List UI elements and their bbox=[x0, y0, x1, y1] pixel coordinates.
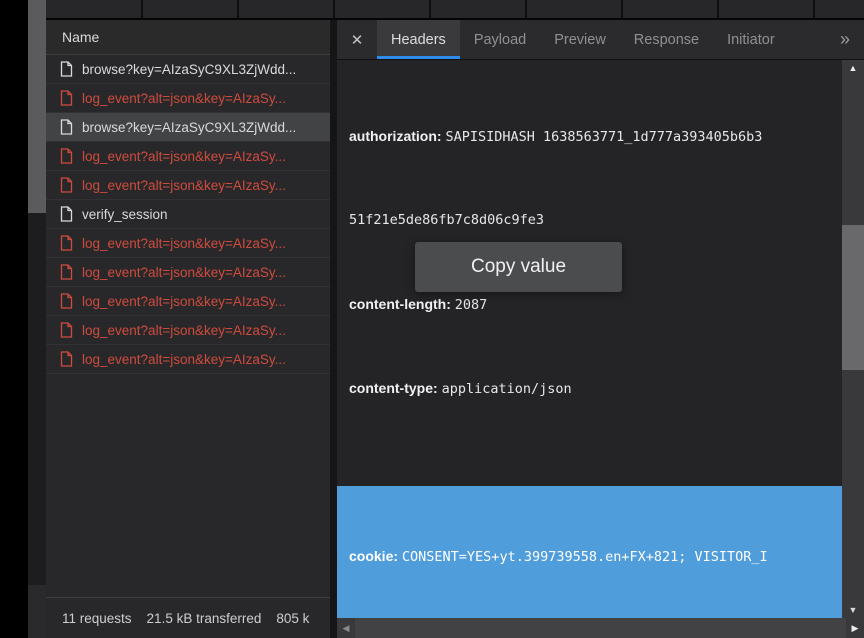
scroll-down-icon[interactable]: ▼ bbox=[842, 605, 864, 615]
request-row[interactable]: log_event?alt=json&key=AIzaSy... bbox=[46, 142, 330, 171]
copy-value-menu-item[interactable]: Copy value bbox=[415, 242, 622, 292]
horizontal-scrollbar-thumb[interactable] bbox=[355, 618, 846, 638]
file-icon bbox=[60, 206, 73, 222]
request-details-panel: ✕ HeadersPayloadPreviewResponseInitiator… bbox=[337, 20, 864, 638]
request-row[interactable]: log_event?alt=json&key=AIzaSy... bbox=[46, 84, 330, 113]
request-name-label: log_event?alt=json&key=AIzaSy... bbox=[82, 294, 286, 309]
request-row[interactable]: log_event?alt=json&key=AIzaSy... bbox=[46, 287, 330, 316]
page-scrollbar-thumb[interactable] bbox=[28, 0, 46, 213]
request-row[interactable]: log_event?alt=json&key=AIzaSy... bbox=[46, 258, 330, 287]
details-tabs: HeadersPayloadPreviewResponseInitiator bbox=[377, 20, 789, 59]
details-tab[interactable]: Payload bbox=[460, 20, 540, 59]
request-row[interactable]: log_event?alt=json&key=AIzaSy... bbox=[46, 316, 330, 345]
header-name: content-type: bbox=[349, 380, 442, 396]
details-tab[interactable]: Initiator bbox=[713, 20, 789, 59]
request-name-label: log_event?alt=json&key=AIzaSy... bbox=[82, 149, 286, 164]
file-icon bbox=[60, 235, 73, 251]
request-list: browse?key=AIzaSyC9XL3ZjWdd... log_event… bbox=[46, 55, 330, 597]
request-row[interactable]: browse?key=AIzaSyC9XL3ZjWdd... bbox=[46, 55, 330, 84]
request-list-panel: Name browse?key=AIzaSyC9XL3ZjWdd... bbox=[46, 20, 330, 638]
header-name: content-length: bbox=[349, 296, 455, 312]
request-name-label: verify_session bbox=[82, 207, 168, 222]
file-icon bbox=[60, 264, 73, 280]
request-name-label: log_event?alt=json&key=AIzaSy... bbox=[82, 236, 286, 251]
request-name-label: browse?key=AIzaSyC9XL3ZjWdd... bbox=[82, 120, 296, 135]
scroll-up-icon[interactable]: ▲ bbox=[842, 63, 864, 73]
file-icon bbox=[60, 119, 73, 135]
request-name-label: log_event?alt=json&key=AIzaSy... bbox=[82, 91, 286, 106]
vertical-scrollbar-thumb[interactable] bbox=[842, 225, 864, 370]
request-name-label: log_event?alt=json&key=AIzaSy... bbox=[82, 352, 286, 367]
scroll-right-icon[interactable]: ▶ bbox=[846, 623, 864, 634]
request-row[interactable]: log_event?alt=json&key=AIzaSy... bbox=[46, 171, 330, 200]
request-row[interactable]: browse?key=AIzaSyC9XL3ZjWdd... bbox=[46, 113, 330, 142]
request-row[interactable]: log_event?alt=json&key=AIzaSy... bbox=[46, 345, 330, 374]
more-tabs-icon[interactable]: » bbox=[826, 20, 864, 59]
header-authorization-line1: authorization: SAPISIDHASH 1638563771_1d… bbox=[349, 122, 842, 150]
summary-stat: 11 requests bbox=[62, 611, 132, 626]
file-icon bbox=[60, 90, 73, 106]
file-icon bbox=[60, 293, 73, 309]
request-name-label: log_event?alt=json&key=AIzaSy... bbox=[82, 265, 286, 280]
header-name: cookie: bbox=[349, 548, 402, 564]
file-icon bbox=[60, 148, 73, 164]
headers-content: authorization: SAPISIDHASH 1638563771_1d… bbox=[337, 60, 842, 618]
request-name-label: log_event?alt=json&key=AIzaSy... bbox=[82, 178, 286, 193]
name-column-header[interactable]: Name bbox=[46, 20, 330, 55]
header-name: authorization: bbox=[349, 128, 445, 144]
network-overview-timeline[interactable] bbox=[46, 0, 864, 20]
file-icon bbox=[60, 61, 73, 77]
header-content-length: content-length: 2087 bbox=[349, 290, 842, 318]
details-tab[interactable]: Headers bbox=[377, 20, 460, 59]
summary-stat: 21.5 kB transferred bbox=[147, 611, 262, 626]
request-name-label: log_event?alt=json&key=AIzaSy... bbox=[82, 323, 286, 338]
header-content-type: content-type: application/json bbox=[349, 374, 842, 402]
header-value: SAPISIDHASH 1638563771_1d777a393405b6b3 bbox=[445, 129, 762, 145]
network-main-area: Name browse?key=AIzaSyC9XL3ZjWdd... bbox=[46, 20, 864, 638]
request-row[interactable]: log_event?alt=json&key=AIzaSy... bbox=[46, 229, 330, 258]
file-icon bbox=[60, 351, 73, 367]
headers-vertical-scrollbar[interactable]: ▲ ▼ bbox=[842, 60, 864, 618]
scroll-left-icon[interactable]: ◀ bbox=[337, 623, 355, 634]
close-icon[interactable]: ✕ bbox=[337, 20, 377, 59]
summary-stat: 805 k bbox=[276, 611, 309, 626]
cookie-line: cookie: CONSENT=YES+yt.399739558.en+FX+8… bbox=[349, 542, 842, 570]
request-name-label: browse?key=AIzaSyC9XL3ZjWdd... bbox=[82, 62, 296, 77]
details-tab[interactable]: Preview bbox=[540, 20, 620, 59]
header-authorization-line2: 51f21e5de86fb7c8d06c9fe3 bbox=[349, 206, 842, 234]
cookie-header-selected-value[interactable]: cookie: CONSENT=YES+yt.399739558.en+FX+8… bbox=[337, 486, 842, 618]
request-row[interactable]: verify_session bbox=[46, 200, 330, 229]
file-icon bbox=[60, 322, 73, 338]
page-scrollbar[interactable] bbox=[28, 0, 46, 638]
header-value: application/json bbox=[442, 381, 572, 397]
header-value: 2087 bbox=[455, 297, 488, 313]
file-icon bbox=[60, 177, 73, 193]
headers-tab-body: authorization: SAPISIDHASH 1638563771_1d… bbox=[337, 60, 864, 618]
header-value: CONSENT=YES+yt.399739558.en+FX+821; VISI… bbox=[402, 549, 768, 565]
network-summary-bar: 11 requests 21.5 kB transferred 805 k bbox=[46, 597, 330, 638]
headers-horizontal-scrollbar[interactable]: ◀ ▶ bbox=[337, 618, 864, 638]
devtools-network-panel: Name browse?key=AIzaSyC9XL3ZjWdd... bbox=[46, 0, 864, 638]
panel-splitter[interactable] bbox=[330, 20, 337, 638]
details-tab-bar: ✕ HeadersPayloadPreviewResponseInitiator… bbox=[337, 20, 864, 60]
details-tab[interactable]: Response bbox=[620, 20, 713, 59]
page-scrollbar-foot bbox=[28, 585, 46, 638]
